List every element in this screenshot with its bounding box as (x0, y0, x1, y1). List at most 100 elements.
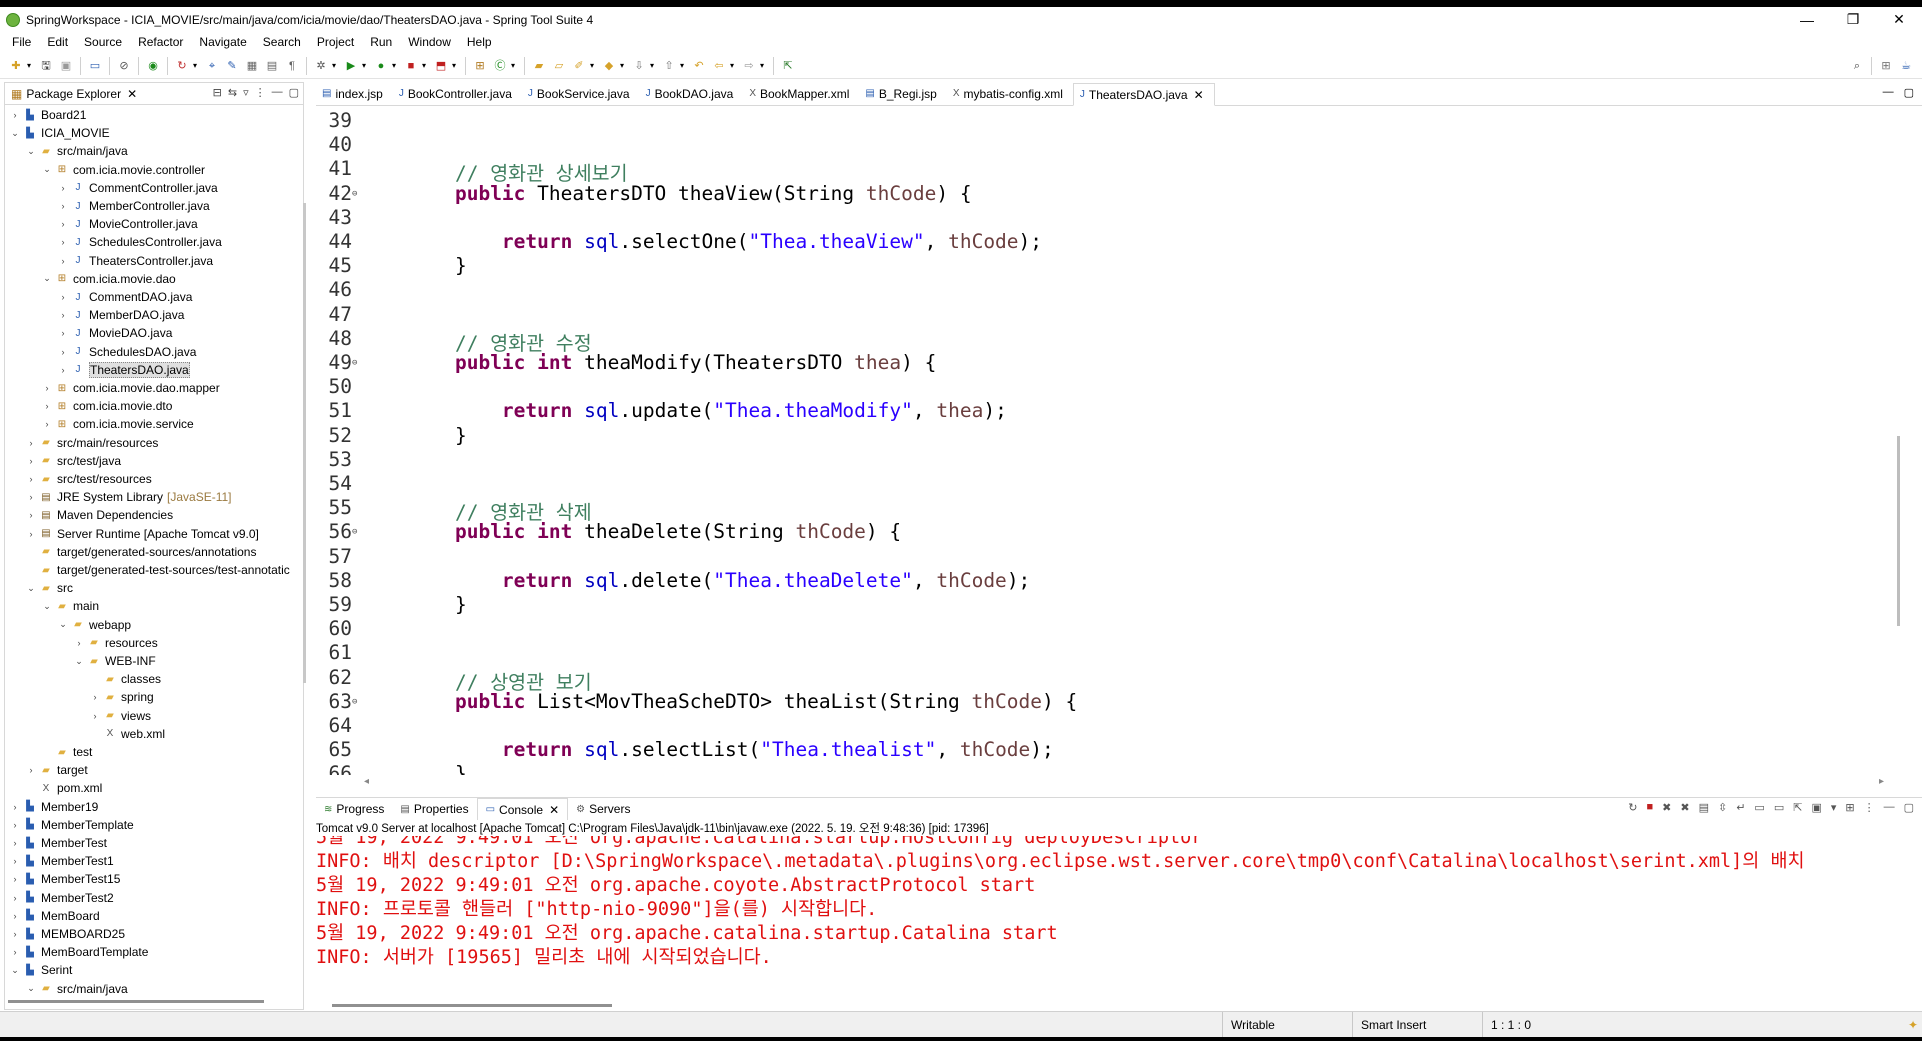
remove-launch-icon[interactable]: ✖ (1662, 801, 1671, 814)
tree-item[interactable]: › J MovieController.java (57, 215, 198, 233)
tree-vertical-scrollbar[interactable] (303, 203, 306, 683)
code-line[interactable]: 57 (316, 545, 408, 569)
code-line[interactable]: 46 (316, 278, 408, 302)
code-line[interactable]: 62 // 상영관 보기 (316, 666, 592, 694)
tab-index-jsp[interactable]: ▤ index.jsp (316, 82, 393, 105)
tree-item[interactable]: ⌄ ⊞ com.icia.movie.controller (41, 161, 205, 179)
collapsed-chevron-icon[interactable]: › (57, 365, 69, 375)
next-annotation-icon[interactable]: ⇩ (631, 58, 647, 74)
debug-dropdown-icon[interactable]: ▾ (332, 61, 340, 70)
java-perspective-icon[interactable]: ☕ (1898, 58, 1914, 74)
tab-properties[interactable]: ▤ Properties (392, 798, 476, 820)
expanded-chevron-icon[interactable]: ⌄ (9, 128, 21, 139)
tree-item[interactable]: › ▙ MemberTest1 (9, 852, 114, 870)
tree-item[interactable]: › ▙ Board21 (9, 106, 87, 124)
tree-item[interactable]: › J TheatersDAO.java (57, 361, 190, 379)
menu-help[interactable]: Help (459, 35, 500, 49)
collapsed-chevron-icon[interactable]: › (9, 820, 21, 830)
minimize-view-icon[interactable]: — (272, 86, 283, 99)
pin-console-icon[interactable]: ⇱ (1793, 801, 1802, 814)
tree-item[interactable]: › J MemberController.java (57, 197, 210, 215)
annotation-icon[interactable]: ◆ (601, 58, 617, 74)
save-all-icon[interactable]: ▣ (58, 58, 74, 74)
tree-item[interactable]: ▰ classes (89, 670, 161, 688)
external-tools-dropdown-icon[interactable]: ▾ (452, 61, 460, 70)
console-horizontal-scrollbar[interactable] (332, 1004, 612, 1007)
forward-dropdown-icon[interactable]: ▾ (760, 61, 768, 70)
code-line[interactable]: 55 // 영화관 삭제 (316, 496, 592, 524)
scroll-lock-icon[interactable]: ⇳ (1718, 801, 1727, 814)
menu-run[interactable]: Run (362, 35, 400, 49)
expanded-chevron-icon[interactable]: ⌄ (25, 146, 37, 157)
pin-editor-icon[interactable]: ⇱ (780, 58, 796, 74)
menu-edit[interactable]: Edit (39, 35, 76, 49)
tree-item[interactable]: › ▰ src/test/resources (25, 470, 152, 488)
close-icon[interactable]: ✕ (127, 87, 137, 101)
tab-bookmapper-xml[interactable]: X BookMapper.xml (743, 82, 859, 105)
tree-item[interactable]: ⌄ ▰ src/main/java (25, 980, 127, 996)
tree-item[interactable]: ▰ target/generated-sources/annotations (25, 543, 256, 561)
tree-item[interactable]: › J CommentController.java (57, 179, 218, 197)
code-line[interactable]: 47 (316, 303, 408, 327)
expanded-chevron-icon[interactable]: ⌄ (41, 601, 53, 612)
run-icon[interactable]: ▶ (343, 58, 359, 74)
code-area[interactable]: 39 40 41 // 영화관 상세보기 42 ⊖ public TheatersDTO… (316, 107, 1906, 775)
search-icon[interactable]: ⌕ (1849, 58, 1865, 74)
collapsed-chevron-icon[interactable]: › (89, 711, 101, 721)
expanded-chevron-icon[interactable]: ⌄ (41, 164, 53, 175)
tab-mybatis-config-xml[interactable]: Xmybatis-config.xml (947, 82, 1073, 105)
tree-item[interactable]: › J MemberDAO.java (57, 306, 185, 324)
expanded-chevron-icon[interactable]: ⌄ (25, 983, 37, 994)
tree-item[interactable]: ⌄ ▰ webapp (57, 616, 131, 634)
tree-item[interactable]: › ▙ MemberTest2 (9, 889, 114, 907)
collapsed-chevron-icon[interactable]: › (25, 510, 37, 520)
tree-item[interactable]: › J SchedulesDAO.java (57, 343, 197, 361)
boot-dashboard-icon[interactable]: ◉ (145, 58, 161, 74)
console-output[interactable]: 5월 19, 2022 9:49:01 오전 org.apache.catali… (316, 836, 1906, 996)
code-line[interactable]: 65 return sql.selectList("Thea.thealist"… (316, 738, 1054, 762)
toggle-mark-occurrences-icon[interactable]: ✎ (224, 58, 240, 74)
relaunch-dropdown-icon[interactable]: ▾ (193, 61, 201, 70)
tab-package-explorer[interactable]: ▦ Package Explorer ✕ (5, 83, 143, 105)
collapsed-chevron-icon[interactable]: › (9, 947, 21, 957)
code-line[interactable]: 43 (316, 206, 408, 230)
view-menu-icon[interactable]: ⋮ (1864, 801, 1875, 814)
coverage-dropdown-icon[interactable]: ▾ (392, 61, 400, 70)
relaunch-icon[interactable]: ↻ (174, 58, 190, 74)
next-annotation-dropdown-icon[interactable]: ▾ (650, 61, 658, 70)
tree-item[interactable]: ⌄ ▙ Serint (9, 961, 72, 979)
collapsed-chevron-icon[interactable]: › (57, 201, 69, 211)
menu-project[interactable]: Project (309, 35, 362, 49)
code-line[interactable]: 59 } (316, 593, 467, 617)
editor-horizontal-scrollbar[interactable]: ◂ ▸ (364, 776, 1884, 788)
tree-item[interactable]: › J SchedulesController.java (57, 233, 222, 251)
tree-item[interactable]: › ▰ views (89, 707, 152, 725)
word-wrap-icon[interactable]: ▤ (264, 58, 280, 74)
collapsed-chevron-icon[interactable]: › (25, 438, 37, 448)
collapsed-chevron-icon[interactable]: › (25, 456, 37, 466)
clear-console-icon[interactable]: ▤ (1699, 801, 1709, 814)
expanded-chevron-icon[interactable]: ⌄ (73, 656, 85, 667)
tree-item[interactable]: › ▰ src/main/resources (25, 434, 159, 452)
tree-item[interactable]: ▰ test (41, 743, 92, 761)
lightbulb-icon[interactable]: ✦ (1900, 1012, 1922, 1038)
collapsed-chevron-icon[interactable]: › (57, 292, 69, 302)
collapsed-chevron-icon[interactable]: › (9, 110, 21, 120)
tree-item[interactable]: › ▙ MemberTemplate (9, 816, 134, 834)
open-console-icon[interactable]: ▭ (87, 58, 103, 74)
last-edit-icon[interactable]: ↶ (691, 58, 707, 74)
word-wrap-icon[interactable]: ↵ (1736, 801, 1745, 814)
collapsed-chevron-icon[interactable]: › (25, 474, 37, 484)
open-perspective-icon[interactable]: ⊞ (1878, 58, 1894, 74)
save-icon[interactable]: 🖫 (38, 58, 54, 74)
collapsed-chevron-icon[interactable]: › (9, 802, 21, 812)
tab-bookdao-java[interactable]: J BookDAO.java (640, 82, 744, 105)
close-icon[interactable]: ✕ (549, 803, 559, 817)
collapsed-chevron-icon[interactable]: › (57, 237, 69, 247)
tree-item[interactable]: › ▤ Maven Dependencies (25, 506, 174, 524)
collapsed-chevron-icon[interactable]: › (57, 256, 69, 266)
filter-icon[interactable]: ▿ (243, 86, 249, 99)
fold-collapse-icon[interactable]: ⊖ (352, 351, 364, 375)
back-icon[interactable]: ⇦ (711, 58, 727, 74)
tree-item[interactable]: › ▰ resources (73, 634, 158, 652)
